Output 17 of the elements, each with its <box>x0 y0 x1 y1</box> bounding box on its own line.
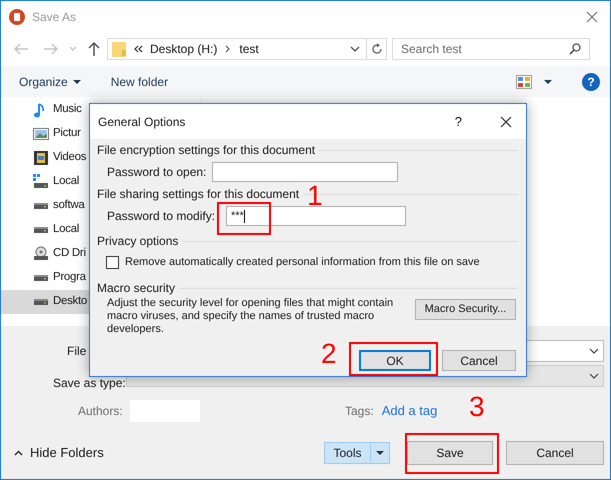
section-heading: File encryption settings for this document <box>97 142 316 159</box>
dialog-title: General Options <box>98 114 186 130</box>
window-title: Save As <box>32 8 76 26</box>
macro-description: Adjust the security level for opening files that might contain macro viruses, and specify the names of trusted macro developers. <box>107 297 394 336</box>
step-number: 3 <box>469 392 485 422</box>
section-heading: File sharing settings for this document <box>97 186 300 203</box>
search-placeholder: Search test <box>401 41 463 58</box>
step-number: 2 <box>321 339 337 369</box>
field-label: Password to modify: <box>107 208 216 225</box>
field-label: Tags: <box>345 403 374 420</box>
checkbox-label: Remove automatically created personal information from this file on save <box>125 254 480 270</box>
field-label: File <box>67 343 88 360</box>
section-heading: Macro security <box>97 280 176 297</box>
field-label: Save as type: <box>53 375 126 392</box>
field-label: Authors: <box>78 403 124 420</box>
section-heading: Privacy options <box>97 233 178 250</box>
field-label: Password to open: <box>107 164 208 181</box>
